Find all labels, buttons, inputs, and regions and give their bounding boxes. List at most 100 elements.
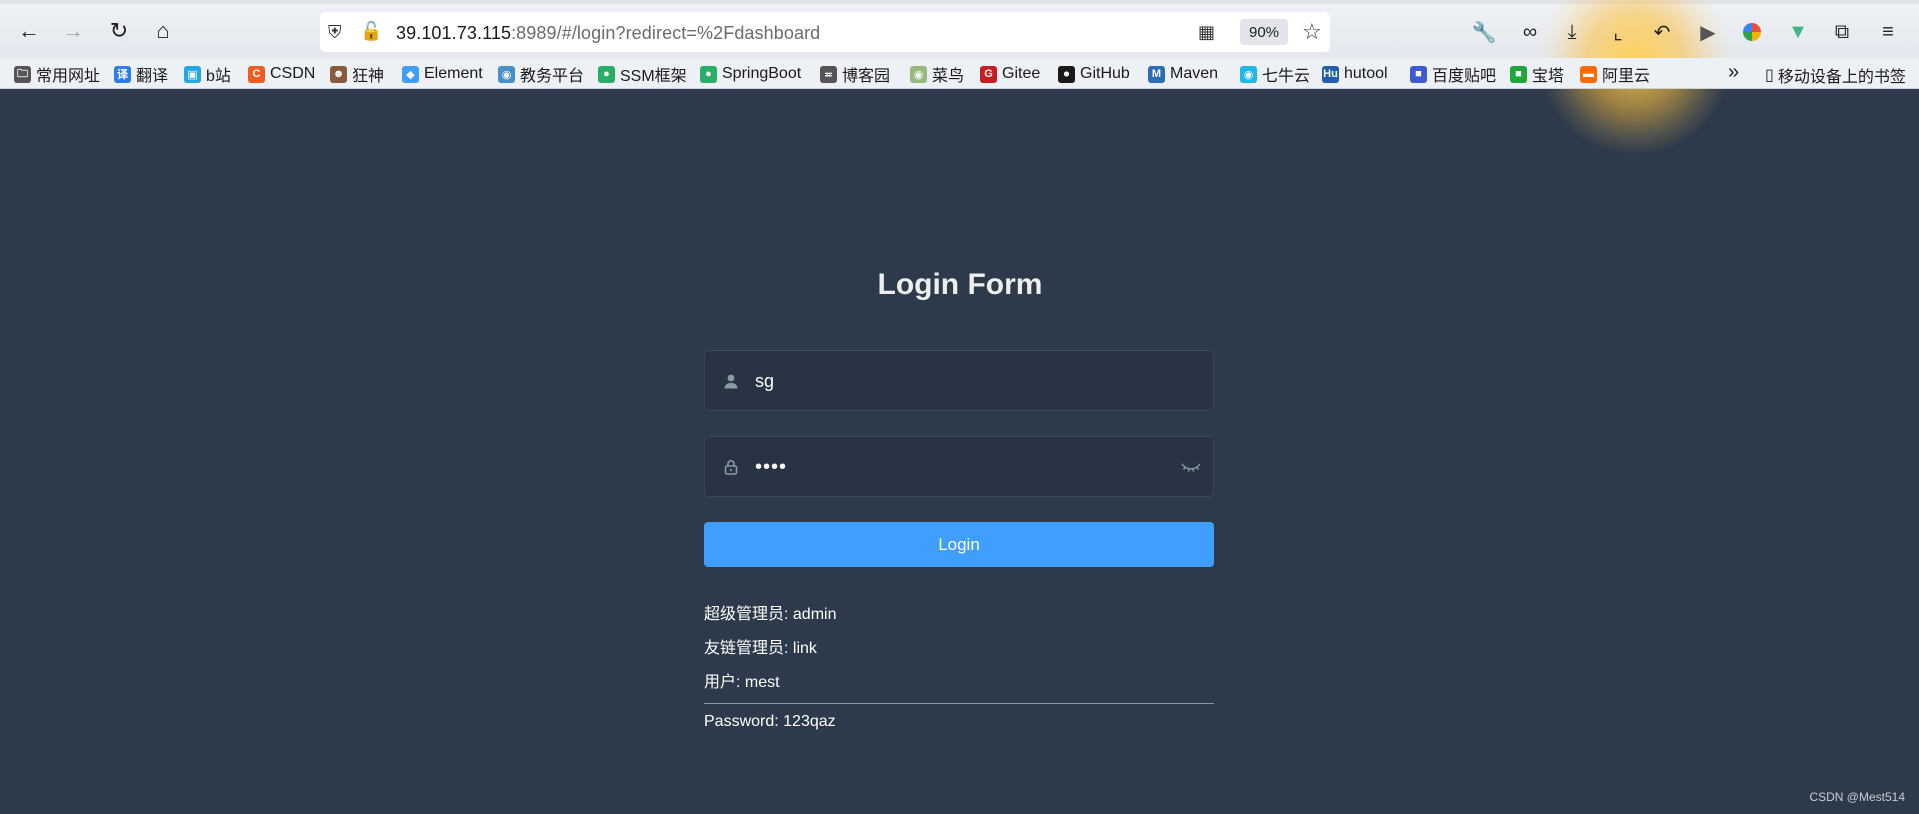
- tip-password: Password: 123qaz: [704, 713, 836, 730]
- wechat-icon: ●: [598, 65, 615, 83]
- bookmark-14[interactable]: ◉ 七牛云: [1240, 63, 1310, 85]
- mobile-bookmarks-label: 移动设备上的书签: [1777, 69, 1906, 86]
- login-title: Login Form: [877, 268, 1043, 301]
- hutool-icon: Hu: [1322, 65, 1339, 83]
- play-icon[interactable]: ▶: [1694, 18, 1722, 46]
- extension-icon[interactable]: [1738, 18, 1766, 46]
- bookmarks-overflow-icon[interactable]: »: [1728, 61, 1739, 84]
- reload-icon[interactable]: ↻: [104, 16, 134, 46]
- url-path: :8989/#/login?redirect=%2Fdashboard: [511, 23, 821, 43]
- csdn-icon: C: [248, 65, 265, 83]
- bookmark-label: 菜鸟: [932, 68, 965, 85]
- bookmark-3[interactable]: C CSDN: [248, 63, 315, 85]
- github-icon: ⚫: [1058, 65, 1075, 83]
- login-button[interactable]: Login: [704, 522, 1214, 567]
- menu-icon[interactable]: ≡: [1874, 18, 1902, 46]
- forward-icon[interactable]: →: [58, 16, 88, 46]
- bilibili-icon: ▣: [184, 65, 201, 83]
- bookmark-7[interactable]: ● SSM框架: [598, 63, 687, 85]
- home-icon[interactable]: ⌂: [148, 16, 178, 46]
- bookmark-16[interactable]: ■ 百度贴吧: [1410, 63, 1496, 85]
- url-text[interactable]: 39.101.73.115:8989/#/login?redirect=%2Fd…: [396, 23, 820, 44]
- mobile-device-icon: ▯: [1765, 67, 1774, 84]
- bookmark-label: SSM框架: [620, 68, 687, 85]
- bookmark-5[interactable]: ◆ Element: [402, 63, 483, 85]
- bookmark-label: 七牛云: [1262, 68, 1311, 85]
- password-field[interactable]: [704, 436, 1214, 497]
- bookmark-star-icon[interactable]: ☆: [1302, 19, 1322, 45]
- aliyun-icon: ▬: [1580, 65, 1597, 83]
- wechat-icon: ●: [700, 65, 717, 83]
- undo-icon[interactable]: ↶: [1648, 18, 1676, 46]
- cnblogs-icon: ≖: [820, 65, 837, 83]
- username-field[interactable]: [704, 350, 1214, 411]
- tip-user: 用户: mest: [704, 674, 780, 691]
- address-bar[interactable]: ⛨ 🔓 39.101.73.115:8989/#/login?redirect=…: [320, 12, 1330, 52]
- maven-icon: M: [1148, 65, 1165, 83]
- bookmark-label: 教务平台: [520, 68, 585, 85]
- translate-icon: 译: [114, 65, 131, 83]
- browser-toolbar: ← → ↻ ⌂ ⛨ 🔓 39.101.73.115:8989/#/login?r…: [0, 0, 1919, 154]
- element-icon: ◆: [402, 65, 419, 83]
- bookmark-10[interactable]: ◉ 菜鸟: [910, 63, 964, 85]
- vue-devtools-icon[interactable]: ▼: [1784, 18, 1812, 46]
- bookmark-label: b站: [206, 68, 231, 85]
- bookmark-17[interactable]: ■ 宝塔: [1510, 63, 1564, 85]
- username-input[interactable]: [755, 361, 1155, 401]
- bookmark-9[interactable]: ≖ 博客园: [820, 63, 890, 85]
- bookmark-4[interactable]: ☻ 狂神: [330, 63, 384, 85]
- bookmark-label: Element: [424, 65, 483, 82]
- extensions-puzzle-icon[interactable]: ⧉: [1828, 18, 1856, 46]
- bookmark-label: CSDN: [270, 65, 316, 82]
- bookmark-label: 宝塔: [1532, 68, 1565, 85]
- url-host: 39.101.73.115: [396, 23, 512, 43]
- bookmark-6[interactable]: ◉ 教务平台: [498, 63, 584, 85]
- user-icon: [721, 370, 741, 392]
- download-icon[interactable]: ⤓: [1558, 18, 1586, 46]
- mask-icon[interactable]: ∞: [1516, 18, 1544, 46]
- insecure-lock-icon[interactable]: 🔓: [360, 21, 382, 42]
- eye-closed-icon[interactable]: [1179, 455, 1203, 479]
- bookmark-2[interactable]: ▣ b站: [184, 63, 231, 85]
- bookmark-label: 狂神: [352, 68, 385, 85]
- bookmark-label: Gitee: [1002, 65, 1041, 82]
- wrench-icon[interactable]: 🔧: [1470, 18, 1498, 46]
- bookmark-label: 翻译: [136, 68, 169, 85]
- password-input[interactable]: [755, 447, 1155, 487]
- tieba-icon: ■: [1410, 65, 1427, 83]
- qiniu-icon: ◉: [1240, 65, 1257, 83]
- watermark: CSDN @Mest514: [1809, 790, 1905, 804]
- bookmark-label: SpringBoot: [722, 65, 802, 82]
- bookmark-12[interactable]: ⚫ GitHub: [1058, 63, 1130, 85]
- shield-icon[interactable]: ⛨: [328, 22, 342, 43]
- bookmarks-bar: 🗀 常用网址译翻译 ▣ b站 C CSDN ☻ 狂神 ◆ Element ◉ 教务平台 ● SSM框架 ● S…: [0, 58, 1919, 89]
- bookmark-label: 阿里云: [1602, 68, 1651, 85]
- tip-link-admin: 友链管理员: link: [704, 640, 817, 657]
- qr-code-icon[interactable]: ▦: [1198, 22, 1215, 43]
- bookmark-8[interactable]: ● SpringBoot: [700, 63, 801, 85]
- bookmark-label: GitHub: [1080, 65, 1130, 82]
- tip-super-admin: 超级管理员: admin: [704, 606, 837, 623]
- bookmark-label: Maven: [1170, 65, 1219, 82]
- bookmark-15[interactable]: Hu hutool: [1322, 63, 1388, 85]
- bookmark-11[interactable]: G Gitee: [980, 63, 1040, 85]
- password-lock-icon: [721, 456, 741, 478]
- bookmark-1[interactable]: 译翻译: [114, 63, 168, 85]
- tips-divider: [704, 703, 1214, 704]
- bookmark-0[interactable]: 🗀 常用网址: [14, 63, 100, 85]
- kuangshen-avatar-icon: ☻: [330, 65, 347, 83]
- bookmark-18[interactable]: ▬ 阿里云: [1580, 63, 1650, 85]
- gitee-icon: G: [980, 65, 997, 83]
- school-icon: ◉: [498, 65, 515, 83]
- baota-icon: ■: [1510, 65, 1527, 83]
- bookmark-label: 博客园: [842, 68, 891, 85]
- bookmark-label: 常用网址: [36, 68, 101, 85]
- back-icon[interactable]: ←: [14, 16, 44, 46]
- bookmark-13[interactable]: M Maven: [1148, 63, 1218, 85]
- bookmark-label: hutool: [1344, 65, 1388, 82]
- runoob-icon: ◉: [910, 65, 927, 83]
- crop-icon[interactable]: ⌞: [1604, 18, 1632, 46]
- zoom-level[interactable]: 90%: [1240, 19, 1288, 45]
- mobile-bookmarks[interactable]: ▯ 移动设备上的书签: [1765, 63, 1906, 87]
- folder-icon: 🗀: [14, 65, 31, 83]
